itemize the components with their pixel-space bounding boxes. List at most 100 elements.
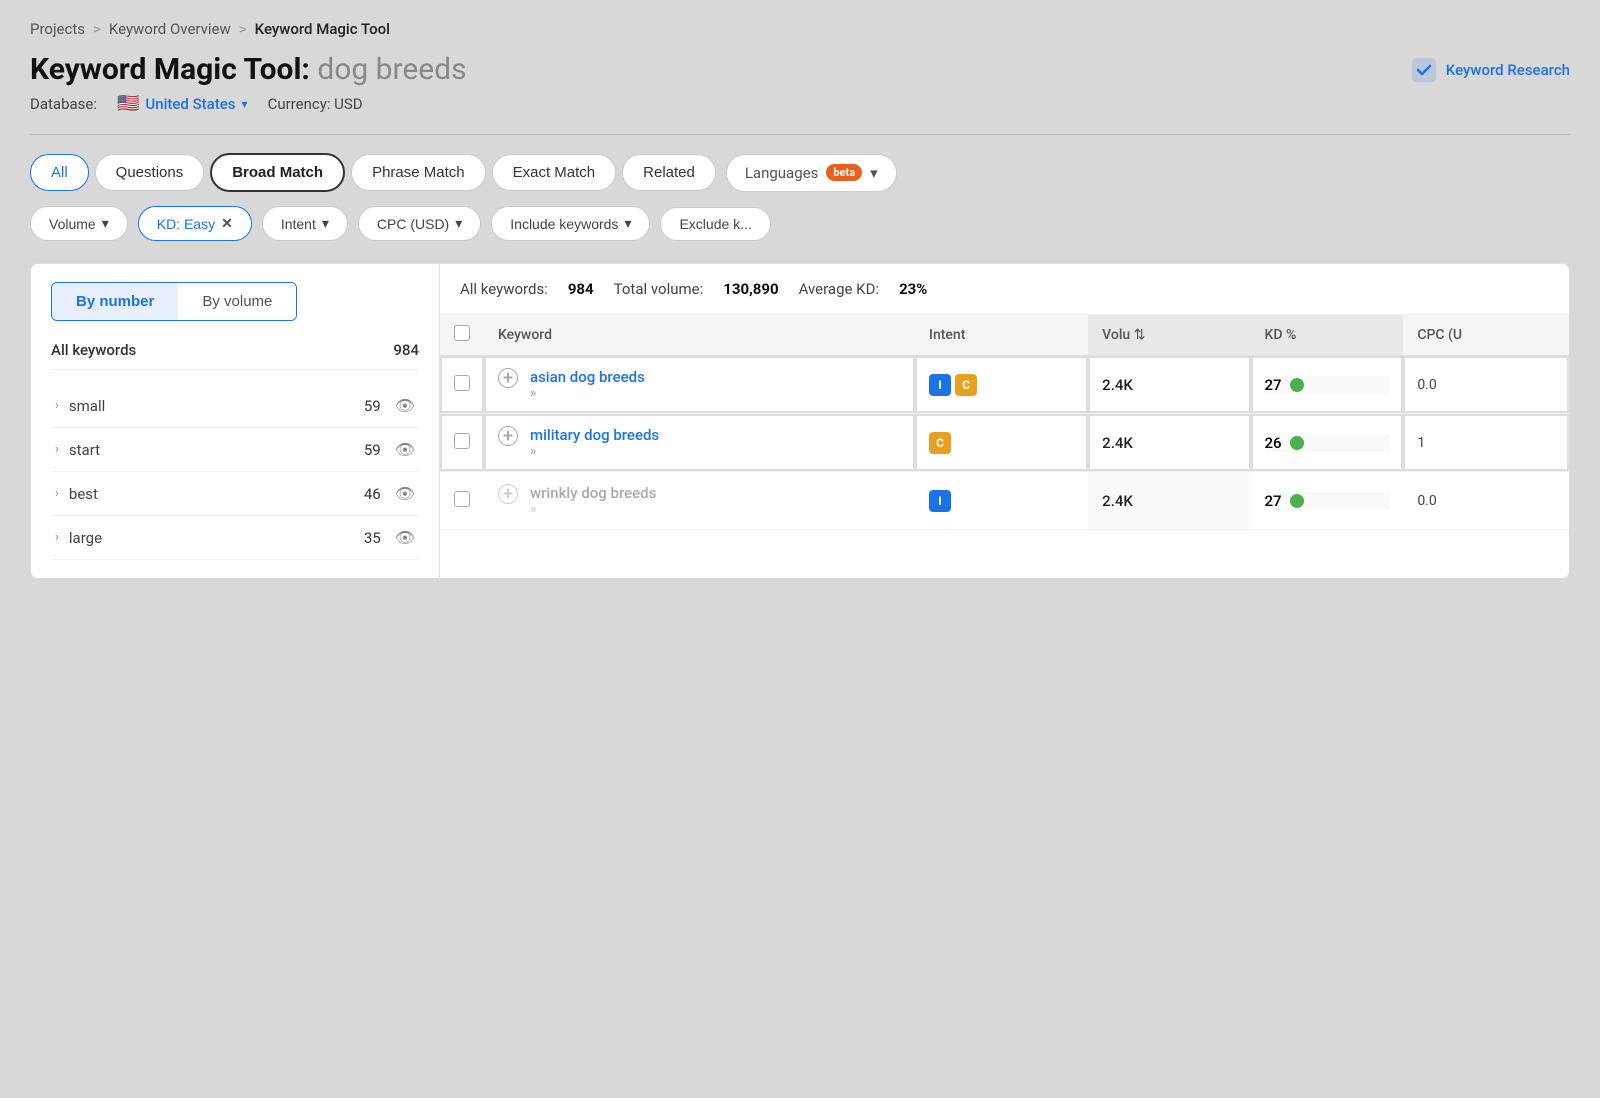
intent-badges: C — [929, 432, 1074, 454]
eye-icon[interactable]: 👁 — [395, 528, 415, 547]
breadcrumb-sep1: > — [93, 20, 101, 38]
cpc-cell: 0.0 — [1403, 472, 1569, 530]
add-keyword-icon[interactable]: + — [498, 368, 518, 388]
eye-icon[interactable]: 👁 — [395, 440, 415, 459]
breadcrumb-projects[interactable]: Projects — [30, 20, 85, 38]
breadcrumb-keyword-overview[interactable]: Keyword Overview — [109, 20, 231, 38]
select-all-checkbox[interactable] — [454, 325, 470, 341]
keyword-research-icon — [1410, 56, 1438, 84]
row-checkbox-cell[interactable] — [440, 356, 484, 414]
intent-chevron-icon: ▾ — [322, 215, 329, 232]
filters-row: Volume ▾ KD: Easy ✕ Intent ▾ CPC (USD) ▾… — [30, 206, 1570, 241]
kd-filter-label: KD: Easy — [157, 216, 215, 232]
intent-filter-label: Intent — [281, 216, 316, 232]
add-keyword-icon[interactable]: + — [498, 484, 518, 504]
cpc-filter-label: CPC (USD) — [377, 216, 449, 232]
tab-broad-match[interactable]: Broad Match — [210, 153, 345, 192]
avg-kd-label: Average KD: — [799, 280, 879, 298]
keyword-link[interactable]: + wrinkly dog breeds » — [498, 484, 901, 517]
all-keywords-stat-label: All keywords: — [460, 280, 548, 298]
sidebar-item-large[interactable]: › large 35 👁 — [51, 516, 419, 560]
eye-icon[interactable]: 👁 — [395, 484, 415, 503]
languages-label: Languages — [745, 164, 819, 182]
page-title: Keyword Magic Tool: dog breeds — [30, 52, 467, 87]
volume-filter-label: Volume — [49, 216, 96, 232]
table-row: + military dog breeds » C 2.4 — [440, 414, 1569, 472]
cpc-chevron-icon: ▾ — [455, 215, 462, 232]
add-keyword-icon[interactable]: + — [498, 426, 518, 446]
breadcrumb: Projects > Keyword Overview > Keyword Ma… — [30, 20, 1570, 38]
kd-filter[interactable]: KD: Easy ✕ — [138, 206, 252, 241]
row-checkbox-cell[interactable] — [440, 472, 484, 530]
keyword-groups-sidebar: By number By volume All keywords 984 › s… — [30, 263, 440, 579]
sort-icon: ⇅ — [1134, 327, 1146, 343]
intent-commercial-badge: C — [929, 432, 951, 454]
sidebar-item-large-count: 35 — [364, 529, 381, 547]
country-chevron-down-icon: ▾ — [242, 97, 248, 111]
sidebar-item-best[interactable]: › best 46 👁 — [51, 472, 419, 516]
kd-indicator-dot — [1290, 436, 1304, 450]
chevron-right-icon: › — [55, 486, 59, 501]
sidebar-item-small[interactable]: › small 59 👁 — [51, 384, 419, 428]
tab-all[interactable]: All — [30, 154, 89, 191]
beta-badge: beta — [826, 164, 862, 181]
intent-informational-badge: I — [929, 374, 951, 396]
by-number-button[interactable]: By number — [52, 283, 178, 320]
table-stats-bar: All keywords: 984 Total volume: 130,890 … — [440, 264, 1569, 315]
languages-button[interactable]: Languages beta ▾ — [726, 154, 897, 192]
volume-column-header[interactable]: Volu ⇅ — [1088, 315, 1250, 356]
kd-cell: 27 — [1265, 376, 1390, 394]
table-row: + wrinkly dog breeds » I 2.4K — [440, 472, 1569, 530]
volume-chevron-icon: ▾ — [102, 215, 109, 232]
keyword-cell: + military dog breeds » — [484, 414, 915, 472]
table-header-row: Keyword Intent Volu ⇅ KD % CPC (U — [440, 315, 1569, 356]
row-checkbox[interactable] — [454, 433, 470, 449]
keyword-navigate-arrows[interactable]: » — [530, 444, 659, 459]
sidebar-item-small-count: 59 — [364, 397, 381, 415]
currency-label: Currency: USD — [268, 95, 363, 113]
volume-filter[interactable]: Volume ▾ — [30, 206, 128, 241]
chevron-right-icon: › — [55, 530, 59, 545]
total-volume-value: 130,890 — [723, 280, 778, 298]
sidebar-all-keywords-count: 984 — [393, 341, 419, 359]
tab-phrase-match[interactable]: Phrase Match — [351, 154, 486, 191]
kd-cell: 27 — [1265, 492, 1390, 510]
kd-filter-clear-button[interactable]: ✕ — [221, 215, 233, 232]
tab-exact-match[interactable]: Exact Match — [492, 154, 617, 191]
keyword-link[interactable]: + asian dog breeds » — [498, 368, 901, 401]
keyword-navigate-arrows[interactable]: » — [530, 502, 656, 517]
intent-filter[interactable]: Intent ▾ — [262, 206, 348, 241]
keyword-navigate-arrows[interactable]: » — [530, 386, 645, 401]
cpc-filter[interactable]: CPC (USD) ▾ — [358, 206, 481, 241]
row-checkbox[interactable] — [454, 491, 470, 507]
include-keywords-filter[interactable]: Include keywords ▾ — [491, 206, 650, 241]
tab-related[interactable]: Related — [622, 154, 716, 191]
sidebar-all-keywords-label: All keywords — [51, 341, 136, 359]
sidebar-item-start[interactable]: › start 59 👁 — [51, 428, 419, 472]
keyword-cell: + asian dog breeds » — [484, 356, 915, 414]
exclude-keywords-filter[interactable]: Exclude k... — [660, 207, 770, 241]
database-country: United States — [145, 95, 235, 113]
total-volume-label: Total volume: — [614, 280, 704, 298]
by-volume-button[interactable]: By volume — [178, 283, 296, 320]
volume-cell: 2.4K — [1088, 356, 1250, 414]
keyword-research-button[interactable]: Keyword Research — [1410, 56, 1570, 84]
cpc-cell: 0.0 — [1403, 356, 1569, 414]
keyword-cell: + wrinkly dog breeds » — [484, 472, 915, 530]
keyword-link[interactable]: + military dog breeds » — [498, 426, 901, 459]
keywords-table: Keyword Intent Volu ⇅ KD % CPC (U — [440, 315, 1569, 530]
sidebar-item-best-count: 46 — [364, 485, 381, 503]
database-country-selector[interactable]: 🇺🇸 United States ▾ — [117, 93, 248, 114]
include-chevron-icon: ▾ — [624, 215, 631, 232]
row-checkbox-cell[interactable] — [440, 414, 484, 472]
tab-questions[interactable]: Questions — [95, 154, 205, 191]
avg-kd-value: 23% — [899, 280, 927, 298]
select-all-header[interactable] — [440, 315, 484, 356]
keyword-name: asian dog breeds — [530, 368, 645, 386]
all-keywords-stat-value: 984 — [568, 280, 594, 298]
eye-icon[interactable]: 👁 — [395, 396, 415, 415]
chevron-right-icon: › — [55, 398, 59, 413]
sidebar-item-large-label: large — [69, 529, 364, 547]
sidebar-item-best-label: best — [69, 485, 364, 503]
row-checkbox[interactable] — [454, 375, 470, 391]
